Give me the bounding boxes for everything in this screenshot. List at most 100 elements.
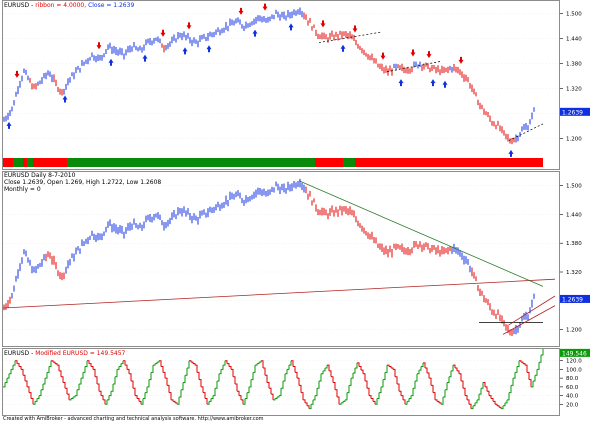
oscillator-segment: [329, 370, 332, 377]
oscillator-segment: [417, 370, 420, 375]
oscillator-segment: [195, 364, 198, 373]
buy-arrow-icon: [430, 79, 436, 87]
oscillator-plot-area[interactable]: [2, 348, 560, 416]
oscillator-axis-tick-label: 120.0: [566, 359, 582, 365]
oscillator-segment: [145, 386, 148, 394]
oscillator-segment: [201, 386, 204, 393]
oscillator-segment: [155, 362, 158, 365]
oscillator-segment: [495, 403, 498, 406]
oscillator-segment: [507, 392, 510, 401]
oscillator-axis-tick-label: 60.0: [566, 385, 579, 391]
buy-arrow-icon: [6, 121, 12, 129]
oscillator-segment: [487, 390, 490, 396]
oscillator-segment: [369, 395, 372, 399]
oscillator-segment: [281, 381, 284, 389]
oscillator-segment: [253, 365, 256, 373]
oscillator-segment: [391, 367, 394, 370]
sell-arrow-icon: [458, 56, 464, 64]
oscillator-segment: [167, 384, 170, 393]
buy-arrow-icon: [508, 149, 514, 157]
ribbon-pane-sep: -: [31, 2, 34, 9]
daily-pane-extra: Monthly = 0: [4, 186, 41, 193]
oscillator-segment: [5, 378, 8, 383]
daily-axis-last-value-text: 1.2639: [562, 296, 583, 303]
oscillator-pane-label: Modified EURUSD = 149.5457: [35, 350, 126, 357]
oscillator-axis-tick-label: 100.0: [566, 367, 582, 373]
oscillator-segment: [247, 386, 250, 394]
oscillator-segment: [415, 373, 418, 382]
oscillator-segment: [165, 377, 168, 386]
oscillator-segment: [539, 355, 542, 363]
oscillator-segment: [445, 382, 448, 391]
oscillator-segment: [121, 360, 124, 365]
sell-arrow-icon: [380, 52, 386, 60]
daily-plot-area[interactable]: [2, 171, 560, 347]
oscillator-segment: [283, 373, 286, 382]
oscillator-segment: [149, 372, 152, 381]
ribbon-segment: [343, 158, 355, 167]
oscillator-segment: [363, 373, 366, 382]
daily-price-pane: 1.5001.4401.3801.3201.2601.2001.2639 EUR…: [0, 171, 590, 347]
oscillator-y-axis: 120.0 100.0 80.0 60.0 40.0 20.0 149.546: [560, 348, 590, 416]
oscillator-segment: [109, 391, 112, 397]
oscillator-segment: [427, 372, 430, 379]
oscillator-segment: [407, 398, 410, 402]
oscillator-segment: [255, 363, 258, 366]
daily-price-chart: [3, 178, 559, 337]
oscillator-segment: [325, 365, 328, 369]
buy-arrow-icon: [142, 54, 148, 62]
oscillator-segment: [111, 383, 114, 392]
oscillator-segment: [275, 397, 278, 399]
oscillator-segment: [499, 406, 502, 409]
oscillator-segment: [295, 371, 298, 379]
oscillator-segment: [221, 365, 224, 370]
oscillator-segment: [219, 369, 222, 375]
oscillator-segment: [365, 380, 368, 389]
oscillator-segment: [257, 362, 260, 365]
oscillator-segment: [333, 382, 336, 390]
sell-arrow-icon: [160, 29, 166, 37]
oscillator-segment: [229, 366, 232, 370]
daily-trend-line: [298, 180, 544, 287]
oscillator-segment: [457, 370, 460, 374]
buy-arrow-icon: [252, 29, 258, 37]
oscillator-segment: [37, 395, 40, 399]
oscillator-segment: [337, 396, 340, 405]
sell-arrow-icon: [96, 42, 102, 50]
oscillator-segment: [373, 400, 376, 405]
oscillator-segment: [213, 388, 216, 397]
oscillator-segment: [509, 385, 512, 394]
oscillator-segment: [287, 365, 290, 370]
footer-text: Created with AmiBroker - advanced charti…: [3, 416, 264, 422]
ribbon-price-chart: [3, 3, 559, 167]
ribbon-axis-tick-label: 1.500: [566, 11, 582, 17]
oscillator-segment: [523, 363, 526, 366]
oscillator-chart: [3, 349, 559, 410]
oscillator-segment: [39, 389, 42, 397]
oscillator-segment: [435, 399, 438, 402]
ribbon-plot-area[interactable]: [2, 0, 560, 170]
oscillator-segment: [215, 381, 218, 389]
oscillator-segment: [11, 365, 14, 370]
oscillator-segment: [341, 401, 344, 404]
sell-arrow-icon: [320, 20, 326, 28]
oscillator-segment: [7, 373, 10, 379]
ribbon-axis-tick-label: 1.440: [566, 36, 582, 42]
oscillator-segment: [307, 405, 310, 409]
oscillator-segment: [411, 388, 414, 397]
oscillator-segment: [173, 400, 176, 403]
oscillator-segment: [529, 379, 532, 387]
ribbon-pane-label: ribbon = 4.0000,: [35, 2, 87, 9]
oscillator-segment: [265, 374, 268, 383]
oscillator-segment: [385, 365, 388, 373]
oscillator-segment: [289, 360, 292, 366]
oscillator-segment: [521, 361, 524, 364]
oscillator-segment: [73, 395, 76, 398]
oscillator-segment: [107, 395, 110, 401]
oscillator-segment: [193, 363, 196, 366]
oscillator-segment: [467, 399, 470, 405]
oscillator-segment: [429, 377, 432, 386]
oscillator-segment: [97, 383, 100, 392]
oscillator-segment: [61, 376, 64, 383]
oscillator-segment: [311, 399, 314, 405]
